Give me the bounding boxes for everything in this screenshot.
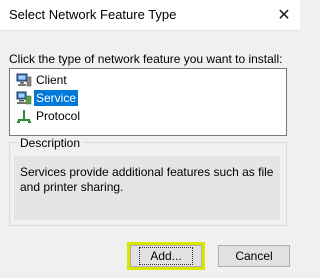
list-item-label: Service	[34, 90, 79, 106]
protocol-icon	[16, 108, 32, 124]
service-icon	[16, 90, 32, 106]
list-item-service[interactable]: Service	[16, 90, 79, 106]
close-button[interactable]: ✕	[268, 0, 300, 30]
description-heading: Description	[17, 136, 84, 150]
cancel-button-label: Cancel	[235, 249, 273, 263]
cancel-button[interactable]: Cancel	[218, 245, 290, 267]
close-icon: ✕	[277, 7, 291, 24]
client-computer-icon	[16, 72, 32, 88]
instruction-label: Click the type of network feature you wa…	[9, 52, 283, 66]
add-button-label: Add...	[139, 247, 193, 265]
feature-type-list[interactable]: Client Service Protocol	[9, 68, 287, 136]
list-item-client[interactable]: Client	[16, 72, 69, 88]
window-title: Select Network Feature Type	[9, 7, 177, 22]
add-button[interactable]: Add...	[127, 242, 205, 270]
title-bar: Select Network Feature Type ✕	[0, 0, 300, 31]
list-item-protocol[interactable]: Protocol	[16, 108, 82, 124]
list-item-label: Client	[36, 73, 67, 87]
list-item-label: Protocol	[36, 109, 81, 123]
description-text: Services provide additional features suc…	[20, 165, 274, 194]
